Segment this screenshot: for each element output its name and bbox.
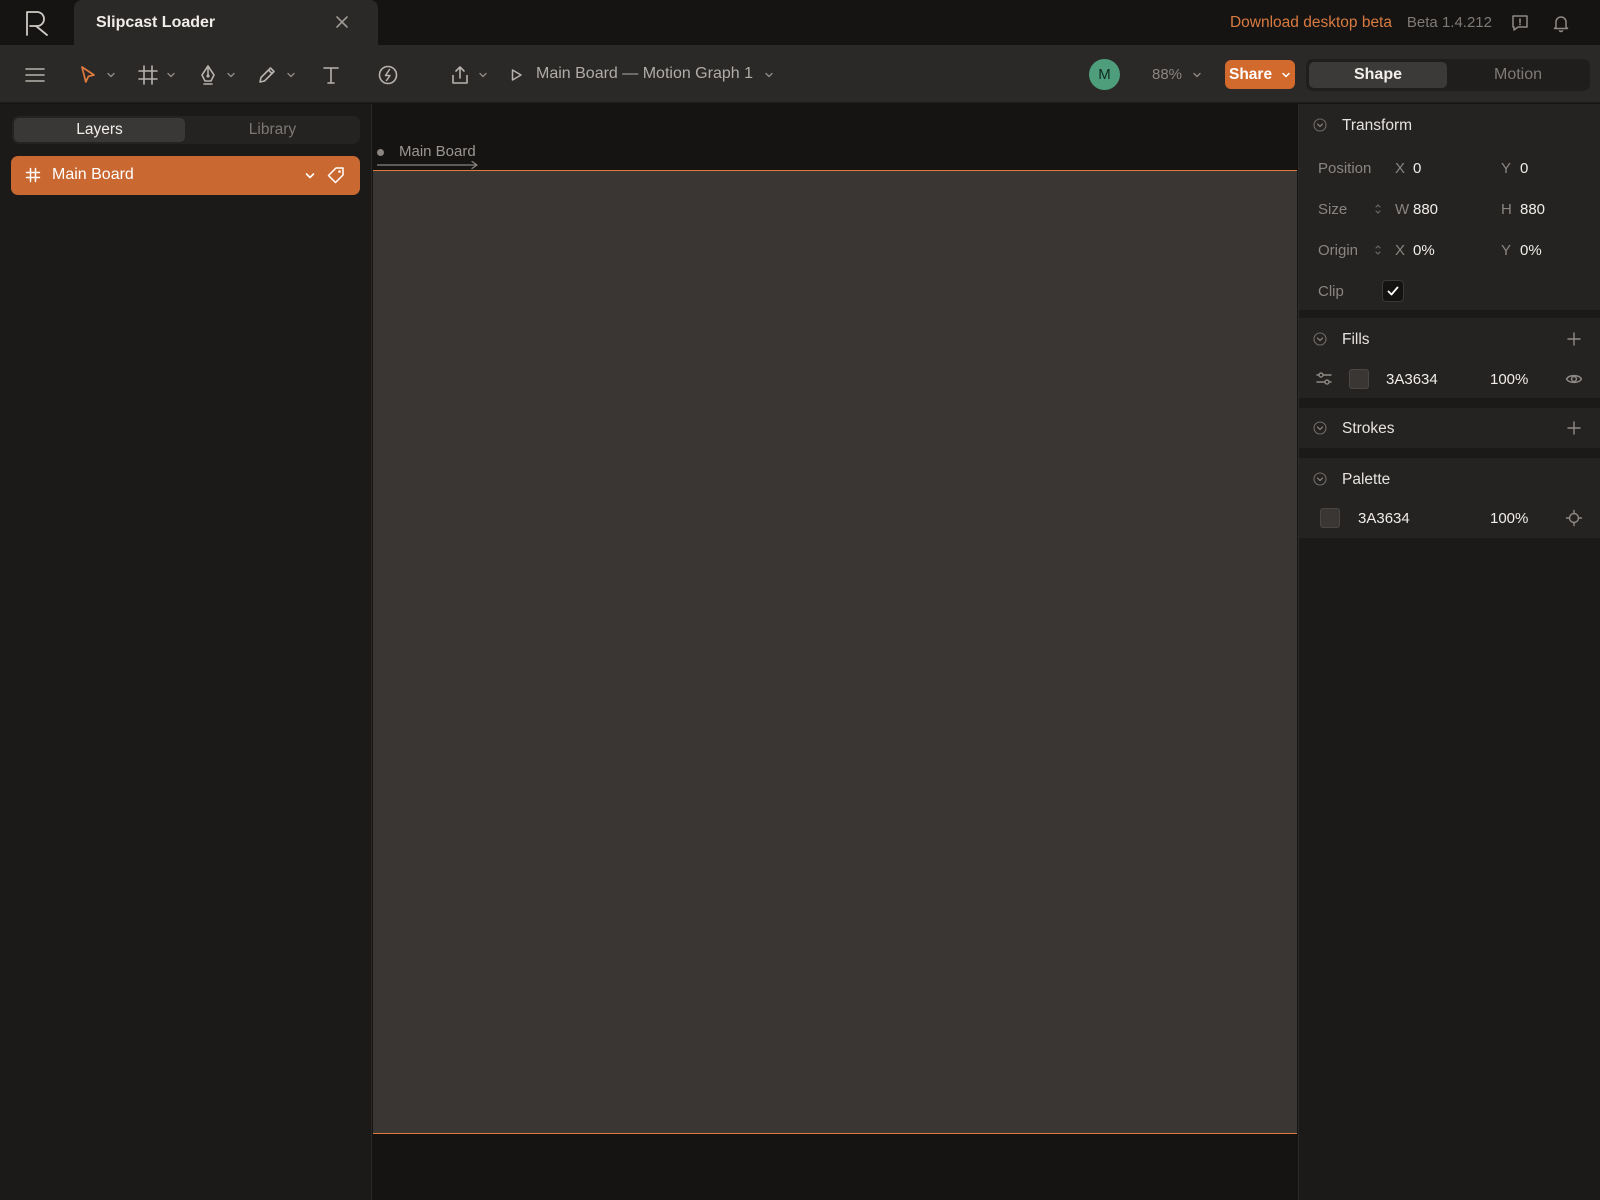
fill-opacity-input[interactable]: 100% <box>1490 371 1528 388</box>
share-caret-icon <box>1282 72 1290 78</box>
strokes-header[interactable]: Strokes <box>1299 408 1600 448</box>
strokes-section: Strokes <box>1299 408 1600 448</box>
tag-icon[interactable] <box>327 166 345 184</box>
canvas[interactable]: Main Board <box>373 104 1297 1200</box>
layer-row-main-board[interactable]: Main Board <box>11 156 360 195</box>
tab-library[interactable]: Library <box>187 118 358 142</box>
fill-color-swatch[interactable] <box>1349 369 1369 389</box>
board-tool-icon[interactable] <box>137 64 159 86</box>
document-tab[interactable]: Slipcast Loader <box>74 0 378 45</box>
export-icon[interactable] <box>449 64 471 86</box>
visibility-eye-icon[interactable] <box>1565 370 1583 388</box>
zoom-caret-icon[interactable] <box>1192 70 1202 80</box>
zoom-level[interactable]: 88% <box>1152 66 1182 83</box>
panel-tabs: Layers Library <box>12 116 360 144</box>
select-tool-icon[interactable] <box>77 64 99 86</box>
position-label: Position <box>1318 160 1372 177</box>
mode-switcher: Shape Motion <box>1306 59 1590 91</box>
feedback-icon[interactable] <box>1510 13 1530 33</box>
collapse-chevron-icon[interactable] <box>1313 118 1327 132</box>
origin-link-icon[interactable] <box>1374 244 1382 256</box>
board-label-text: Main Board <box>399 143 476 160</box>
pencil-tool-caret-icon[interactable] <box>286 70 296 80</box>
collapse-chevron-icon[interactable] <box>1313 332 1327 346</box>
clip-checkbox[interactable] <box>1382 280 1404 302</box>
palette-header[interactable]: Palette <box>1299 458 1600 500</box>
position-y-axis: Y <box>1501 160 1512 177</box>
size-label: Size <box>1318 201 1348 218</box>
share-button[interactable]: Share <box>1225 60 1295 89</box>
breadcrumb-caret-icon[interactable] <box>764 70 774 80</box>
palette-section: Palette 3A3634 100% <box>1299 458 1600 538</box>
select-tool-caret-icon[interactable] <box>106 70 116 80</box>
collapse-chevron-icon[interactable] <box>1313 421 1327 435</box>
fills-section: Fills 3A3634 100% <box>1299 318 1600 398</box>
section-title: Transform <box>1342 117 1413 134</box>
height-input[interactable]: 880 <box>1520 201 1545 218</box>
position-x-axis: X <box>1395 160 1406 177</box>
tab-shape[interactable]: Shape <box>1309 62 1447 88</box>
add-stroke-icon[interactable] <box>1567 421 1581 435</box>
board-layer-icon <box>25 167 41 183</box>
origin-label: Origin <box>1318 242 1359 259</box>
collapse-chevron-icon[interactable] <box>1313 472 1327 486</box>
section-title: Palette <box>1342 471 1391 488</box>
position-y-input[interactable]: 0 <box>1520 160 1528 177</box>
board-label-dot <box>377 149 384 156</box>
layer-name: Main Board <box>52 166 134 183</box>
notifications-bell-icon[interactable] <box>1551 13 1571 33</box>
breadcrumb[interactable]: Main Board — Motion Graph 1 <box>536 65 753 83</box>
palette-hex-value[interactable]: 3A3634 <box>1358 510 1410 527</box>
download-desktop-link[interactable]: Download desktop beta <box>1230 14 1392 32</box>
fill-hex-input[interactable]: 3A3634 <box>1386 371 1438 388</box>
pen-tool-caret-icon[interactable] <box>226 70 236 80</box>
constrain-proportions-icon[interactable] <box>1374 203 1382 215</box>
avatar[interactable]: M <box>1089 59 1120 90</box>
export-caret-icon[interactable] <box>478 70 488 80</box>
version-label: Beta 1.4.212 <box>1406 14 1492 31</box>
width-input[interactable]: 880 <box>1413 201 1438 218</box>
interaction-tool-icon[interactable] <box>377 64 399 86</box>
fills-header[interactable]: Fills <box>1299 318 1600 360</box>
origin-y-input[interactable]: 0% <box>1520 242 1542 259</box>
palette-opacity-value[interactable]: 100% <box>1490 510 1528 527</box>
origin-x-input[interactable]: 0% <box>1413 242 1435 259</box>
share-label: Share <box>1229 66 1273 83</box>
size-w-axis: W <box>1395 201 1410 218</box>
text-tool-icon[interactable] <box>320 64 342 86</box>
add-fill-icon[interactable] <box>1567 332 1581 346</box>
section-title: Fills <box>1342 331 1370 348</box>
origin-y-axis: Y <box>1501 242 1512 259</box>
section-title: Strokes <box>1342 420 1395 437</box>
size-h-axis: H <box>1501 201 1512 218</box>
fill-settings-sliders-icon[interactable] <box>1315 370 1333 388</box>
board-tool-caret-icon[interactable] <box>166 70 176 80</box>
target-color-icon[interactable] <box>1565 509 1583 527</box>
menu-icon[interactable] <box>24 64 46 86</box>
checkmark-icon <box>1387 286 1399 296</box>
tab-layers[interactable]: Layers <box>14 118 185 142</box>
title-bar: Slipcast Loader Download desktop beta Be… <box>0 0 1600 45</box>
pen-tool-icon[interactable] <box>197 64 219 86</box>
transform-header[interactable]: Transform <box>1299 104 1600 146</box>
play-icon[interactable] <box>510 68 523 82</box>
layer-expand-chevron-icon[interactable] <box>304 171 316 181</box>
inspector-panel: Transform Position X 0 Y 0 Size W 880 H … <box>1298 104 1600 1200</box>
tab-motion[interactable]: Motion <box>1449 62 1587 88</box>
close-tab-icon[interactable] <box>334 14 350 30</box>
pencil-tool-icon[interactable] <box>256 64 278 86</box>
palette-color-swatch[interactable] <box>1320 508 1340 528</box>
origin-x-axis: X <box>1395 242 1406 259</box>
transform-section: Transform Position X 0 Y 0 Size W 880 H … <box>1299 104 1600 310</box>
motion-arrow-icon <box>377 160 478 170</box>
toolbar: Main Board — Motion Graph 1 M 88% Share … <box>0 45 1600 103</box>
document-title: Slipcast Loader <box>96 14 216 31</box>
clip-label: Clip <box>1318 283 1344 300</box>
layers-panel: Layers Library Main Board <box>0 104 372 1200</box>
app-logo-icon[interactable] <box>22 9 52 37</box>
main-board-frame[interactable] <box>373 170 1297 1134</box>
position-x-input[interactable]: 0 <box>1413 160 1421 177</box>
